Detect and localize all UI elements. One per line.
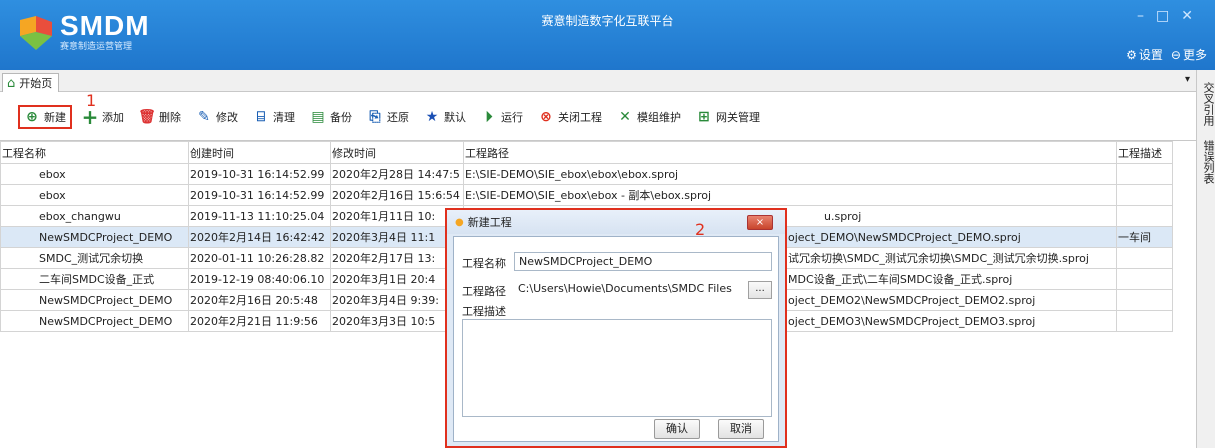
dialog-app-icon: ● — [455, 216, 464, 228]
more-icon: ⊖ — [1170, 47, 1181, 62]
star-icon: ★ — [425, 108, 439, 125]
annotation-marker-1: 1 — [86, 91, 97, 110]
maximize-icon[interactable]: □ — [1156, 8, 1181, 24]
col-header-modified[interactable]: 修改时间 — [330, 141, 464, 164]
plus-circle-icon: ⊕ — [26, 108, 38, 125]
dialog-close-button[interactable]: × — [747, 215, 773, 230]
default-button[interactable]: ★ 默认 — [424, 106, 466, 128]
logo-subtitle: 赛意制造运营管理 — [60, 42, 133, 52]
col-header-path[interactable]: 工程路径 — [463, 141, 1117, 164]
minimize-icon[interactable]: – — [1137, 8, 1156, 24]
dialog-title-bar: ● 新建工程 — [447, 210, 785, 234]
dialog-body: 工程名称 NewSMDCProject_DEMO 工程路径 C:\Users\H… — [453, 236, 779, 442]
error-list-tab[interactable]: 错误列表 — [1200, 140, 1215, 184]
new-project-dialog: ● 新建工程 2 × 工程名称 NewSMDCProject_DEMO 工程路径… — [445, 208, 787, 448]
close-window-icon[interactable]: ✕ — [1181, 8, 1205, 24]
edit-button[interactable]: ✎ 修改 — [196, 106, 238, 128]
more-button[interactable]: ⊖ 更多 — [1171, 46, 1207, 63]
cross-reference-tab[interactable]: 交叉引用 — [1200, 82, 1215, 126]
gateway-button[interactable]: ⊞ 网关管理 — [696, 106, 760, 128]
table-header: 工程名称 创建时间 修改时间 工程路径 工程描述 — [0, 141, 1173, 164]
run-button[interactable]: ⏵ 运行 — [481, 106, 524, 128]
table-row[interactable]: ebox 2019-10-31 16:14:52.99 2020年2月16日 15:… — [0, 184, 1173, 206]
browse-button[interactable]: ... — [748, 281, 772, 299]
clean-button[interactable]: ⌸ 清理 — [253, 106, 295, 128]
delete-button[interactable]: 🗑 删除 — [138, 106, 181, 128]
dialog-title: 新建工程 — [467, 216, 512, 229]
backup-button[interactable]: ▤ 备份 — [310, 106, 352, 128]
project-name-label: 工程名称 — [462, 257, 506, 270]
gateway-icon: ⊞ — [698, 108, 710, 125]
play-icon: ⏵ — [485, 108, 493, 125]
trash-icon: 🗑 — [138, 108, 156, 125]
home-icon: ⌂ — [7, 75, 16, 91]
close-project-button[interactable]: ⊗ 关闭工程 — [538, 106, 602, 128]
tab-start-page[interactable]: ⌂ 开始页 — [2, 73, 60, 92]
top-right-menu: ⚙ 设置 ⊖ 更多 — [1126, 46, 1207, 63]
project-path-input[interactable]: C:\Users\Howie\Documents\SMDC Files — [514, 280, 744, 299]
dropdown-pin-icon[interactable]: ▾ — [1185, 74, 1190, 85]
app-title: 赛意制造数字化互联平台 — [541, 14, 674, 28]
col-header-created[interactable]: 创建时间 — [188, 141, 331, 164]
pencil-icon: ✎ — [198, 108, 210, 125]
settings-button[interactable]: ⚙ 设置 — [1126, 46, 1163, 63]
project-name-input[interactable]: NewSMDCProject_DEMO — [514, 252, 772, 271]
window-controls: –□✕ — [1137, 8, 1205, 24]
clean-icon: ⌸ — [256, 108, 266, 125]
cancel-button[interactable]: 取消 — [718, 419, 764, 439]
new-button[interactable]: ⊕ 新建 — [18, 104, 72, 129]
project-desc-textarea[interactable] — [462, 319, 772, 417]
title-bar: SMDM 赛意制造运营管理 赛意制造数字化互联平台 –□✕ ⚙ 设置 ⊖ 更多 — [0, 0, 1215, 70]
toolbar: ⊕ 新建 + 添加 🗑 删除 ✎ 修改 ⌸ 清理 ▤ 备份 ⎘ 还原 ★ 默认 … — [0, 93, 1196, 140]
table-row[interactable]: ebox 2019-10-31 16:14:52.99 2020年2月28日 14:… — [0, 163, 1173, 185]
col-header-desc[interactable]: 工程描述 — [1116, 141, 1173, 164]
module-maintenance-button[interactable]: ✕ 模组维护 — [617, 106, 681, 128]
close-circle-icon: ⊗ — [540, 108, 552, 125]
project-desc-label: 工程描述 — [462, 305, 506, 318]
tab-bar: ⌂ 开始页 ▾ — [0, 70, 1196, 92]
backup-icon: ▤ — [311, 108, 325, 125]
side-panel-strip: 交叉引用 错误列表 — [1196, 70, 1215, 448]
project-path-label: 工程路径 — [462, 285, 506, 298]
restore-button[interactable]: ⎘ 还原 — [367, 106, 409, 128]
gear-icon: ⚙ — [1126, 47, 1137, 62]
tools-icon: ✕ — [619, 108, 631, 125]
restore-icon: ⎘ — [369, 108, 381, 125]
plus-icon: + — [81, 104, 99, 129]
col-header-name[interactable]: 工程名称 — [0, 141, 189, 164]
confirm-button[interactable]: 确认 — [654, 419, 700, 439]
